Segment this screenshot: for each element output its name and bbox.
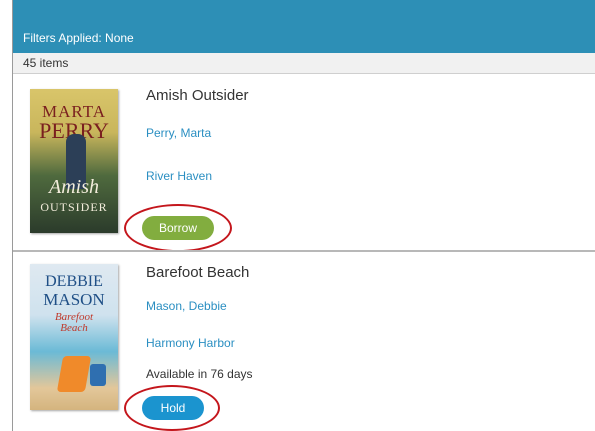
catalog-page: Filters Applied: None 45 items MARTA PER… xyxy=(0,0,595,431)
book-title[interactable]: Amish Outsider xyxy=(146,87,249,104)
series-link[interactable]: Harmony Harbor xyxy=(146,336,235,350)
list-item: DEBBIE MASON Barefoot Beach Barefoot Bea… xyxy=(13,252,595,431)
book-cover-image[interactable]: MARTA PERRY Amish OUTSIDER xyxy=(30,89,118,233)
cover-author-last: MASON xyxy=(43,290,105,309)
cover-title-line2: OUTSIDER xyxy=(40,200,108,214)
author-link[interactable]: Perry, Marta xyxy=(146,126,211,140)
borrow-button[interactable]: Borrow xyxy=(142,216,214,240)
cover-chair-illustration xyxy=(56,356,92,392)
filter-bar[interactable]: Filters Applied: None xyxy=(13,0,595,53)
result-count-bar: 45 items xyxy=(13,53,595,74)
availability-status: Available in 76 days xyxy=(146,367,253,381)
list-item: MARTA PERRY Amish OUTSIDER Amish Outside… xyxy=(13,74,595,252)
cover-title-line2: Beach xyxy=(60,322,88,334)
cover-bag-illustration xyxy=(90,364,106,386)
hold-button[interactable]: Hold xyxy=(142,396,204,420)
series-link[interactable]: River Haven xyxy=(146,169,212,183)
book-title[interactable]: Barefoot Beach xyxy=(146,264,249,281)
book-cover-image[interactable]: DEBBIE MASON Barefoot Beach xyxy=(30,264,118,410)
result-count: 45 items xyxy=(23,56,69,70)
cover-author-first: DEBBIE xyxy=(45,273,103,290)
filter-status: Filters Applied: None xyxy=(23,31,134,45)
author-link[interactable]: Mason, Debbie xyxy=(146,299,227,313)
cover-title-line1: Amish xyxy=(49,176,99,198)
